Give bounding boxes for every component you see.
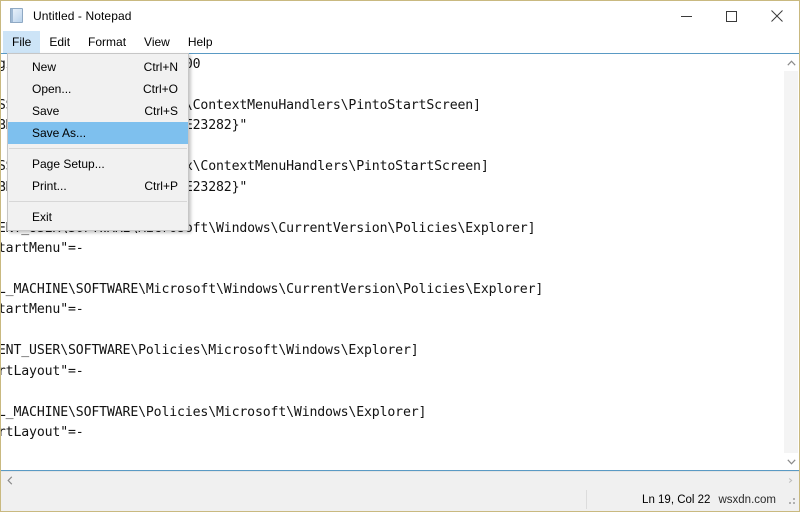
scroll-up-button[interactable] [783, 54, 799, 71]
maximize-icon [726, 10, 737, 22]
title-bar[interactable]: Untitled - Notepad [1, 1, 799, 31]
minimize-icon [681, 15, 692, 17]
vertical-scroll-track[interactable] [783, 71, 799, 453]
menu-bar: File Edit Format View Help [1, 31, 799, 53]
file-menu-item-new-label: New [32, 60, 57, 74]
file-menu-item-save-as-label: Save As... [32, 126, 87, 140]
file-menu-item-print[interactable]: Print... Ctrl+P [8, 175, 188, 197]
status-watermark: wsxdn.com [718, 493, 776, 506]
scroll-down-button[interactable] [783, 453, 799, 470]
file-menu-item-save-as[interactable]: Save As... [8, 122, 188, 144]
vertical-scrollbar[interactable] [782, 54, 799, 470]
file-menu-item-print-label: Print... [32, 179, 67, 193]
file-dropdown-menu: New Ctrl+N Open... Ctrl+O Save Ctrl+S Sa… [7, 53, 189, 231]
file-menu-item-save-accel: Ctrl+S [144, 104, 178, 118]
menu-format[interactable]: Format [79, 31, 135, 53]
file-menu-item-new-accel: Ctrl+N [143, 60, 178, 74]
maximize-button[interactable] [709, 1, 754, 31]
file-menu-item-new[interactable]: New Ctrl+N [8, 56, 188, 78]
file-menu-item-page-setup-label: Page Setup... [32, 157, 105, 171]
file-menu-item-page-setup[interactable]: Page Setup... [8, 153, 188, 175]
file-menu-item-save-label: Save [32, 104, 60, 118]
file-menu-item-open[interactable]: Open... Ctrl+O [8, 78, 188, 100]
chevron-left-icon [6, 475, 12, 485]
file-menu-separator-1 [9, 148, 187, 149]
menu-edit[interactable]: Edit [40, 31, 79, 53]
scroll-left-button[interactable] [1, 472, 18, 488]
window-controls [664, 1, 799, 31]
menu-view[interactable]: View [135, 31, 179, 53]
window-title: Untitled - Notepad [33, 9, 132, 23]
status-bar: Ln 19, Col 22 wsxdn.com [1, 488, 799, 511]
chevron-up-icon [786, 59, 796, 66]
file-menu-separator-2 [9, 201, 187, 202]
horizontal-scroll-track[interactable] [18, 472, 782, 488]
horizontal-scrollbar[interactable] [1, 471, 799, 488]
scroll-right-button[interactable] [782, 472, 799, 488]
status-divider [586, 490, 587, 509]
file-menu-item-print-accel: Ctrl+P [144, 179, 178, 193]
minimize-button[interactable] [664, 1, 709, 31]
menu-help[interactable]: Help [179, 31, 222, 53]
notepad-window: Untitled - Notepad File Edit Format View… [0, 0, 800, 512]
resize-grip-icon[interactable] [785, 494, 797, 506]
file-menu-item-exit[interactable]: Exit [8, 206, 188, 228]
notepad-icon [9, 8, 25, 24]
menu-file[interactable]: File [3, 31, 41, 53]
file-menu-item-open-label: Open... [32, 82, 72, 96]
chevron-right-icon [788, 477, 792, 483]
file-menu-item-open-accel: Ctrl+O [142, 82, 178, 96]
file-menu-item-exit-label: Exit [32, 210, 53, 224]
file-menu-item-save[interactable]: Save Ctrl+S [8, 100, 188, 122]
close-icon [770, 10, 783, 22]
chevron-down-icon [786, 458, 796, 465]
status-cursor-position: Ln 19, Col 22 [642, 493, 711, 506]
close-button[interactable] [754, 1, 799, 31]
vertical-scroll-thumb[interactable] [784, 71, 798, 453]
